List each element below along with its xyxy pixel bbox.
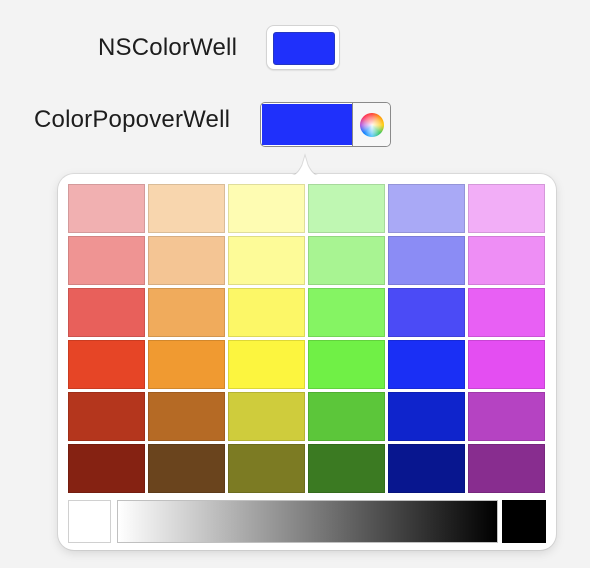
color-swatch[interactable]: [68, 340, 145, 389]
color-swatch[interactable]: [308, 340, 385, 389]
color-swatch[interactable]: [148, 392, 225, 441]
nscolorwell-swatch[interactable]: [273, 32, 335, 65]
black-swatch[interactable]: [502, 500, 546, 543]
colorpopoverwell-label: ColorPopoverWell: [34, 106, 231, 133]
color-swatch[interactable]: [148, 288, 225, 337]
color-swatch[interactable]: [388, 236, 465, 285]
color-swatch-grid: [68, 184, 545, 493]
color-swatch[interactable]: [228, 392, 305, 441]
color-swatch[interactable]: [68, 444, 145, 493]
grayscale-row: [68, 500, 546, 543]
color-swatch[interactable]: [148, 340, 225, 389]
color-swatch[interactable]: [228, 340, 305, 389]
color-swatch[interactable]: [228, 288, 305, 337]
colorpopoverwell[interactable]: [260, 102, 391, 147]
color-swatch[interactable]: [68, 184, 145, 233]
color-swatch[interactable]: [308, 392, 385, 441]
color-swatch[interactable]: [148, 444, 225, 493]
color-swatch[interactable]: [468, 184, 545, 233]
color-swatch[interactable]: [468, 340, 545, 389]
color-wheel-icon: [360, 112, 384, 137]
color-swatch[interactable]: [228, 184, 305, 233]
color-swatch[interactable]: [388, 184, 465, 233]
color-swatch[interactable]: [148, 184, 225, 233]
popover-arrow: [288, 153, 322, 177]
colorpopoverwell-swatch[interactable]: [262, 104, 352, 145]
color-swatch[interactable]: [388, 288, 465, 337]
color-swatch[interactable]: [388, 340, 465, 389]
color-swatch[interactable]: [388, 444, 465, 493]
color-swatch[interactable]: [468, 392, 545, 441]
color-swatch[interactable]: [228, 444, 305, 493]
color-swatch[interactable]: [148, 236, 225, 285]
color-swatch[interactable]: [308, 288, 385, 337]
color-swatch[interactable]: [308, 184, 385, 233]
color-swatch[interactable]: [308, 236, 385, 285]
color-swatch[interactable]: [308, 444, 385, 493]
grayscale-gradient-slider[interactable]: [117, 500, 498, 543]
color-swatch[interactable]: [68, 288, 145, 337]
nscolorwell[interactable]: [266, 25, 340, 70]
color-panel-button[interactable]: [353, 103, 390, 146]
color-swatch[interactable]: [68, 236, 145, 285]
color-popover: [58, 174, 556, 550]
color-swatch[interactable]: [68, 392, 145, 441]
color-swatch[interactable]: [228, 236, 305, 285]
nscolorwell-label: NSColorWell: [98, 34, 238, 61]
color-swatch[interactable]: [468, 444, 545, 493]
color-swatch[interactable]: [468, 288, 545, 337]
color-swatch[interactable]: [388, 392, 465, 441]
white-swatch[interactable]: [68, 500, 111, 543]
color-swatch[interactable]: [468, 236, 545, 285]
